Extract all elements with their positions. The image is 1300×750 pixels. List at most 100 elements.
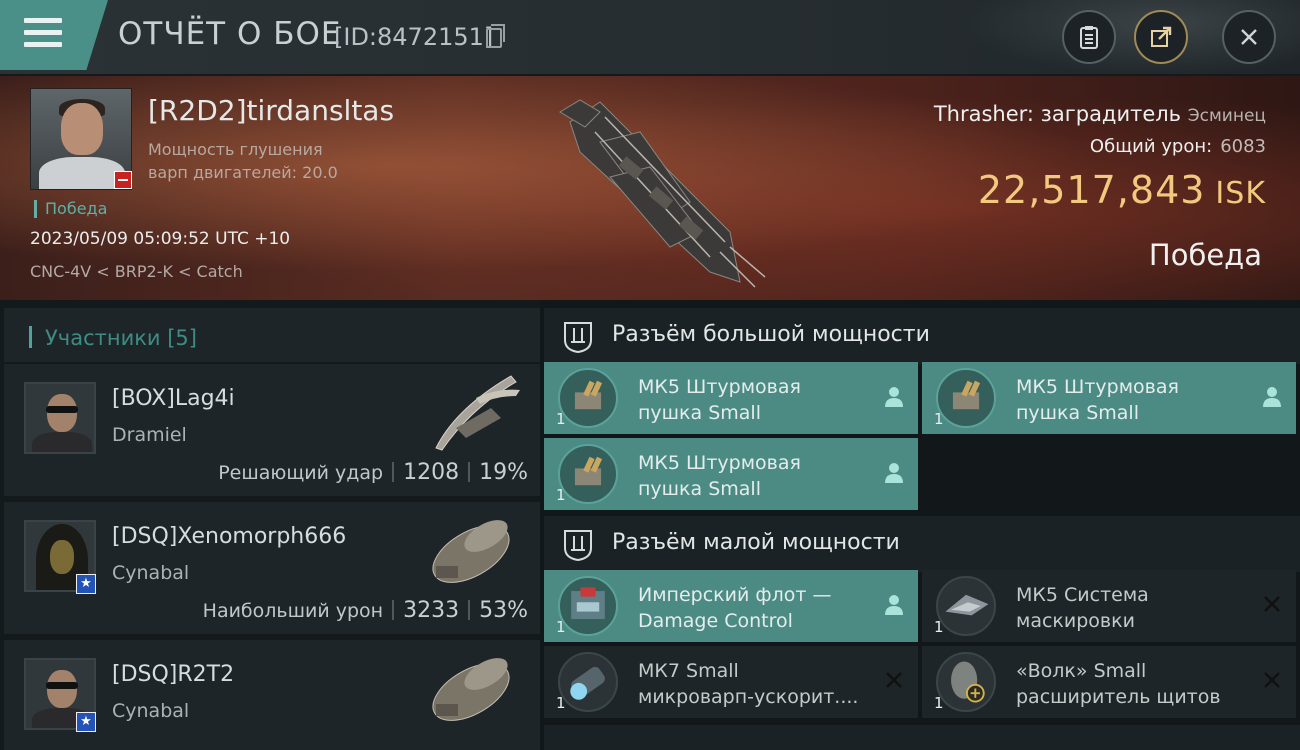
participant-name[interactable]: [BOX]Lag4i xyxy=(112,386,235,411)
module-name: МК7 Small микроварп-ускорит.... xyxy=(638,660,859,708)
module-item[interactable]: 1 МК5 Штурмовая пушка Small xyxy=(544,438,918,510)
victim-ship: Thrasher: заградитель Эсминец xyxy=(934,102,1266,126)
participant-ship: Cynabal xyxy=(112,562,190,584)
victim-banner: [R2D2]tirdansltas Мощность глушения варп… xyxy=(0,76,1300,300)
module-quantity: 1 xyxy=(556,486,566,504)
kill-location: CNC-4V < BRP2-K < Catch xyxy=(30,262,243,281)
low-slot-header: Разъём малой мощности xyxy=(544,516,1300,572)
participant-percent: 53% xyxy=(479,598,528,623)
person-icon xyxy=(885,387,903,407)
victory-tag: Победа xyxy=(34,200,107,218)
final-blow-label: Решающий удар xyxy=(218,462,384,484)
module-name: МК5 Система маскировки xyxy=(1016,584,1149,632)
page-title: ОТЧЁТ О БОЕ xyxy=(118,16,342,52)
participants-label: Участники [5] xyxy=(45,326,197,350)
copy-icon[interactable] xyxy=(486,24,505,48)
destroyed-icon xyxy=(1264,672,1280,688)
module-name: МК5 Штурмовая пушка Small xyxy=(638,452,801,500)
person-icon xyxy=(885,463,903,483)
close-icon xyxy=(1241,29,1257,45)
participant-ship: Cynabal xyxy=(112,700,190,722)
autocannon-icon xyxy=(558,444,618,504)
participant-stats: Решающий удар 1208 19% xyxy=(218,460,528,485)
module-item[interactable]: 1 МК5 Штурмовая пушка Small xyxy=(544,362,918,434)
high-slot-label: Разъём большой мощности xyxy=(612,322,930,347)
participant-row[interactable]: ★ [DSQ]R2T2 Cynabal xyxy=(4,640,540,750)
module-name: МК5 Штурмовая пушка Small xyxy=(638,376,801,424)
isk-unit: ISK xyxy=(1215,176,1266,211)
participants-header[interactable]: Участники [5] xyxy=(4,308,540,362)
menu-icon xyxy=(24,18,62,48)
total-damage-value: 6083 xyxy=(1220,136,1266,157)
cloaking-device-icon xyxy=(936,576,996,636)
destroyed-icon xyxy=(1264,596,1280,612)
header-bar: ОТЧЁТ О БОЕ [ID:8472151] xyxy=(0,0,1300,76)
participant-row[interactable]: [BOX]Lag4i Dramiel Решающий удар 1208 19% xyxy=(4,364,540,498)
module-quantity: 1 xyxy=(556,410,566,428)
participant-ship-image xyxy=(435,375,520,451)
victim-ship-name[interactable]: Thrasher: заградитель xyxy=(934,102,1181,126)
participants-panel: Участники [5] [BOX]Lag4i Dramiel Решающи… xyxy=(0,300,540,750)
module-quantity: 1 xyxy=(556,618,566,636)
isk-amount: 22,517,843 xyxy=(977,168,1206,212)
next-slot-header xyxy=(544,725,1300,750)
star-badge-icon: ★ xyxy=(76,712,96,732)
close-button[interactable] xyxy=(1222,10,1276,64)
module-quantity: 1 xyxy=(556,694,566,712)
menu-button[interactable] xyxy=(0,0,108,70)
module-name: МК5 Штурмовая пушка Small xyxy=(1016,376,1179,424)
participant-damage: 3233 xyxy=(403,598,460,623)
report-id: [ID:8472151] xyxy=(334,23,494,51)
isk-value: 22,517,843 ISK xyxy=(978,168,1266,212)
participant-name[interactable]: [DSQ]Xenomorph666 xyxy=(112,524,346,549)
victim-ship-class: Эсминец xyxy=(1187,106,1266,126)
module-name: Имперский флот — Damage Control xyxy=(638,584,832,632)
kill-datetime: 2023/05/09 05:09:52 UTC +10 xyxy=(30,229,291,249)
clipboard-icon xyxy=(1080,26,1098,49)
module-name: «Волк» Small расширитель щитов xyxy=(1016,660,1221,708)
person-icon xyxy=(1263,387,1281,407)
module-item[interactable]: 1 МК5 Штурмовая пушка Small xyxy=(922,362,1296,434)
module-item[interactable]: 1 «Волк» Small расширитель щитов xyxy=(922,646,1296,718)
participant-row[interactable]: ★ [DSQ]Xenomorph666 Cynabal Наибольший у… xyxy=(4,502,540,636)
low-slot-icon xyxy=(564,530,592,562)
participant-name[interactable]: [DSQ]R2T2 xyxy=(112,662,234,687)
module-quantity: 1 xyxy=(934,694,944,712)
module-item[interactable]: 1 МК5 Система маскировки xyxy=(922,570,1296,642)
shield-extender-icon xyxy=(936,652,996,712)
person-icon xyxy=(885,595,903,615)
share-button[interactable] xyxy=(1134,10,1188,64)
top-damage-label: Наибольший урон xyxy=(202,600,384,622)
participant-ship-image xyxy=(432,658,510,721)
microwarpdrive-icon xyxy=(558,652,618,712)
participant-ship-image xyxy=(432,520,510,583)
low-slot-label: Разъём малой мощности xyxy=(612,530,900,555)
total-damage: Общий урон: 6083 xyxy=(1090,136,1266,157)
victim-attribute-line1: Мощность глушения xyxy=(148,140,323,159)
clipboard-button[interactable] xyxy=(1062,10,1116,64)
victim-ship-image[interactable] xyxy=(540,82,780,292)
module-quantity: 1 xyxy=(934,618,944,636)
participant-avatar[interactable] xyxy=(24,382,96,454)
battle-result: Победа xyxy=(1148,238,1262,272)
high-slot-icon xyxy=(564,322,592,354)
participant-percent: 19% xyxy=(479,460,528,485)
module-quantity: 1 xyxy=(934,410,944,428)
victim-attribute-line2: варп двигателей: 20.0 xyxy=(148,163,338,182)
participant-ship: Dramiel xyxy=(112,424,187,446)
total-damage-label: Общий урон: xyxy=(1089,136,1213,157)
share-icon xyxy=(1151,26,1172,47)
fitting-panel: Разъём большой мощности 1 МК5 Штурмовая п… xyxy=(540,300,1300,750)
destroyed-icon xyxy=(886,672,902,688)
module-item[interactable]: 1 Имперский флот — Damage Control xyxy=(544,570,918,642)
module-item[interactable]: 1 МК7 Small микроварп-ускорит.... xyxy=(544,646,918,718)
damage-control-icon xyxy=(558,576,618,636)
participant-stats: Наибольший урон 3233 53% xyxy=(203,598,528,623)
victim-name[interactable]: [R2D2]tirdansltas xyxy=(148,94,394,127)
autocannon-icon xyxy=(558,368,618,428)
high-slot-header: Разъём большой мощности xyxy=(544,308,1300,364)
participant-damage: 1208 xyxy=(403,460,460,485)
hostile-badge-icon xyxy=(114,171,132,189)
star-badge-icon: ★ xyxy=(76,574,96,594)
autocannon-icon xyxy=(936,368,996,428)
